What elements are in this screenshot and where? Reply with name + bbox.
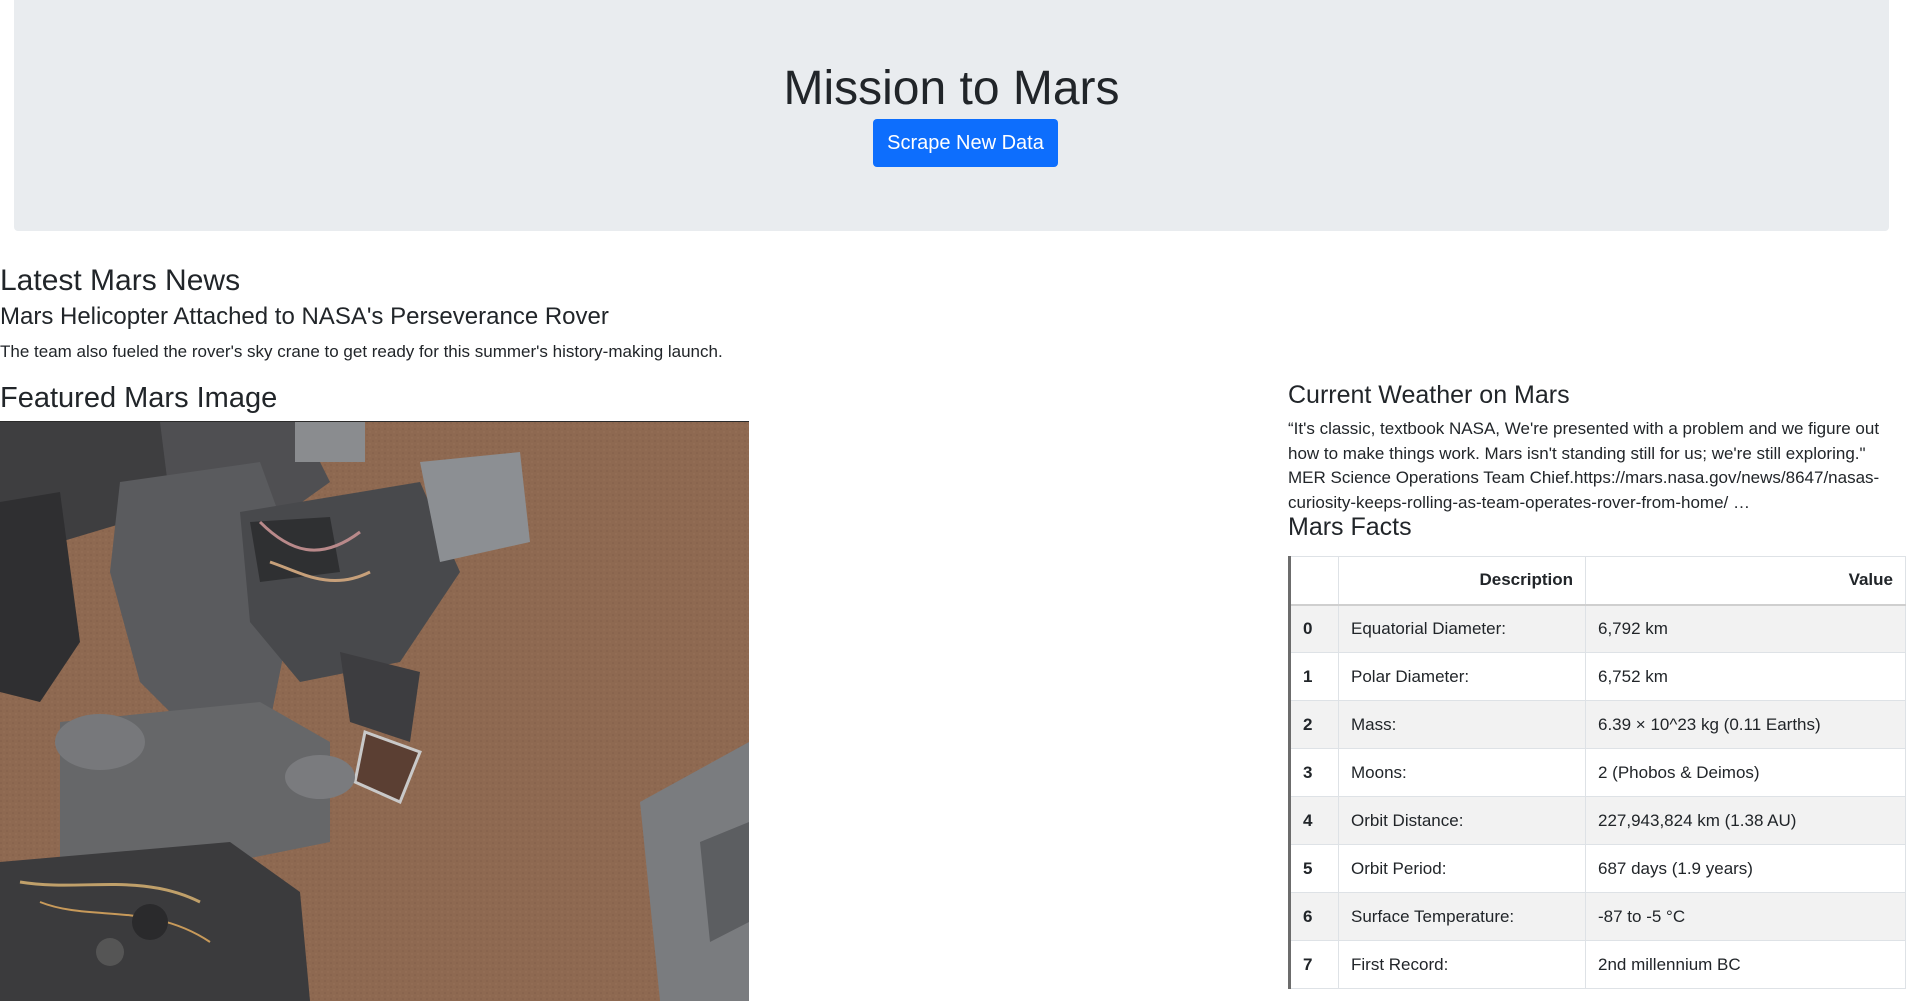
latest-news-heading: Latest Mars News bbox=[0, 264, 241, 297]
page-title: Mission to Mars bbox=[783, 62, 1120, 115]
header-index-cell bbox=[1289, 556, 1339, 606]
table-row: 4 Orbit Distance: 227,943,824 km (1.38 A… bbox=[1289, 796, 1906, 845]
table-row: 0 Equatorial Diameter: 6,792 km bbox=[1289, 604, 1906, 653]
row-index: 7 bbox=[1289, 940, 1339, 989]
row-value: 227,943,824 km (1.38 AU) bbox=[1585, 796, 1906, 845]
table-row: 3 Moons: 2 (Phobos & Deimos) bbox=[1289, 748, 1906, 797]
row-index: 3 bbox=[1289, 748, 1339, 797]
row-value: 6,752 km bbox=[1585, 652, 1906, 701]
row-value: 687 days (1.9 years) bbox=[1585, 844, 1906, 893]
table-row: 2 Mass: 6.39 × 10^23 kg (0.11 Earths) bbox=[1289, 700, 1906, 749]
table-row: 1 Polar Diameter: 6,752 km bbox=[1289, 652, 1906, 701]
facts-header-row: Description Value bbox=[1289, 556, 1906, 606]
row-index: 0 bbox=[1289, 604, 1339, 653]
scrape-new-data-button[interactable]: Scrape New Data bbox=[873, 119, 1058, 167]
row-value: 6.39 × 10^23 kg (0.11 Earths) bbox=[1585, 700, 1906, 749]
mars-facts-table: Description Value 0 Equatorial Diameter:… bbox=[1288, 556, 1906, 989]
row-value: 2 (Phobos & Deimos) bbox=[1585, 748, 1906, 797]
header-description-cell: Description bbox=[1338, 556, 1586, 606]
row-index: 6 bbox=[1289, 892, 1339, 941]
header-jumbotron: Mission to Mars Scrape New Data bbox=[14, 0, 1889, 231]
row-value: -87 to -5 °C bbox=[1585, 892, 1906, 941]
row-index: 5 bbox=[1289, 844, 1339, 893]
row-description: Orbit Distance: bbox=[1338, 796, 1586, 845]
row-index: 1 bbox=[1289, 652, 1339, 701]
row-description: Surface Temperature: bbox=[1338, 892, 1586, 941]
table-row: 5 Orbit Period: 687 days (1.9 years) bbox=[1289, 844, 1906, 893]
row-description: Equatorial Diameter: bbox=[1338, 604, 1586, 653]
row-description: First Record: bbox=[1338, 940, 1586, 989]
news-teaser: The team also fueled the rover's sky cra… bbox=[0, 342, 723, 361]
weather-heading: Current Weather on Mars bbox=[1288, 381, 1570, 409]
row-description: Polar Diameter: bbox=[1338, 652, 1586, 701]
row-index: 4 bbox=[1289, 796, 1339, 845]
row-value: 6,792 km bbox=[1585, 604, 1906, 653]
mars-facts-heading: Mars Facts bbox=[1288, 513, 1412, 541]
row-description: Moons: bbox=[1338, 748, 1586, 797]
row-description: Orbit Period: bbox=[1338, 844, 1586, 893]
news-title: Mars Helicopter Attached to NASA's Perse… bbox=[0, 303, 609, 330]
featured-mars-image bbox=[0, 421, 749, 1001]
header-value-cell: Value bbox=[1585, 556, 1906, 606]
row-description: Mass: bbox=[1338, 700, 1586, 749]
featured-image-heading: Featured Mars Image bbox=[0, 382, 278, 414]
row-value: 2nd millennium BC bbox=[1585, 940, 1906, 989]
weather-text: “It's classic, textbook NASA, We're pres… bbox=[1288, 419, 1880, 512]
rover-photo-illustration bbox=[0, 422, 749, 1001]
row-index: 2 bbox=[1289, 700, 1339, 749]
table-row: 6 Surface Temperature: -87 to -5 °C bbox=[1289, 892, 1906, 941]
table-row: 7 First Record: 2nd millennium BC bbox=[1289, 940, 1906, 989]
